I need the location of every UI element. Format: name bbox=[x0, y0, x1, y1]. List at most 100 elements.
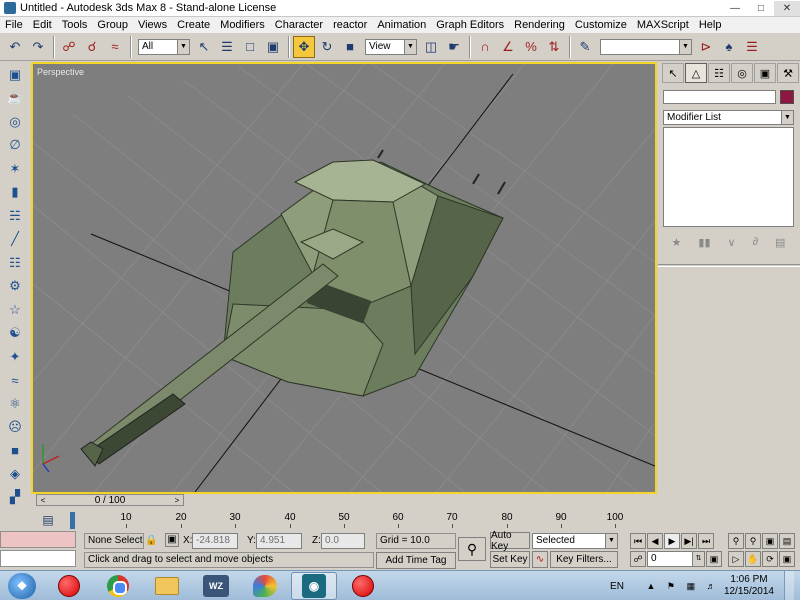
spacewarp-icon[interactable]: ╱ bbox=[4, 229, 26, 249]
edit-named-selection-icon[interactable]: ✎ bbox=[574, 36, 596, 58]
time-configuration-icon[interactable]: ▣ bbox=[706, 551, 722, 567]
menu-file[interactable]: File bbox=[0, 19, 28, 31]
zoom-icon[interactable]: ⚲ bbox=[728, 533, 744, 549]
perspective-viewport[interactable]: Perspective bbox=[31, 62, 657, 494]
selection-filter-dropdown[interactable]: All ▼ bbox=[138, 38, 190, 55]
z-coordinate-field[interactable]: 0.0 bbox=[321, 533, 365, 549]
time-slider-track[interactable]: < 0 / 100 > bbox=[36, 494, 184, 506]
minimize-icon[interactable]: — bbox=[722, 1, 748, 16]
3ds-max-taskbar-icon[interactable]: ◉ bbox=[291, 572, 337, 600]
reference-coordinate-dropdown[interactable]: View ▼ bbox=[365, 38, 417, 55]
configure-modifier-sets-icon[interactable]: ▤ bbox=[775, 236, 785, 249]
snap-toggle-icon[interactable]: ∩ bbox=[474, 36, 496, 58]
layer-manager-icon[interactable]: ☰ bbox=[741, 36, 763, 58]
select-and-rotate-icon[interactable]: ↻ bbox=[316, 36, 338, 58]
zoom-extents-all-icon[interactable]: ▤ bbox=[779, 533, 795, 549]
mirror-icon[interactable]: ⊳ bbox=[695, 36, 717, 58]
display-tab-icon[interactable]: ▣ bbox=[754, 63, 776, 83]
bone-icon[interactable]: ∅ bbox=[4, 135, 26, 155]
previous-frame-icon[interactable]: ◀ bbox=[647, 533, 663, 549]
paint-icon[interactable] bbox=[242, 572, 288, 600]
teapot-icon[interactable]: ☕ bbox=[4, 88, 26, 108]
align-icon[interactable]: ♠ bbox=[718, 36, 740, 58]
utility-icon[interactable]: ▞ bbox=[4, 487, 26, 507]
track-ruler[interactable]: 10 20 30 40 50 60 70 80 90 100 bbox=[70, 512, 632, 529]
go-to-end-icon[interactable]: ⏭ bbox=[698, 533, 714, 549]
menu-animation[interactable]: Animation bbox=[372, 19, 431, 31]
modifier-stack[interactable] bbox=[663, 127, 794, 227]
volume-icon[interactable]: ♬ bbox=[704, 580, 718, 592]
menu-group[interactable]: Group bbox=[92, 19, 133, 31]
current-frame-marker[interactable] bbox=[70, 512, 75, 529]
pivot-center-icon[interactable]: ◫ bbox=[420, 36, 442, 58]
x-coordinate-field[interactable]: -24.818 bbox=[192, 533, 238, 549]
modify-icon[interactable]: ⚙ bbox=[4, 276, 26, 296]
create-tab-icon[interactable]: ↖ bbox=[662, 63, 684, 83]
render-icon[interactable]: ◈ bbox=[4, 464, 26, 484]
camera-icon[interactable]: ▮ bbox=[4, 182, 26, 202]
set-key-mode-icon[interactable]: ⚲ bbox=[458, 537, 486, 561]
key-mode-dropdown[interactable]: Selected ▼ bbox=[532, 533, 618, 549]
box-icon[interactable]: ▣ bbox=[4, 65, 26, 85]
maxscript-input-mini[interactable] bbox=[0, 550, 76, 567]
redo-icon[interactable]: ↷ bbox=[27, 36, 49, 58]
remove-modifier-icon[interactable]: ∂ bbox=[753, 236, 758, 248]
select-object-icon[interactable]: ↖ bbox=[193, 36, 215, 58]
arc-rotate-icon[interactable]: ⟳ bbox=[762, 551, 778, 567]
reactor-icon[interactable]: ⚛ bbox=[4, 394, 26, 414]
systems-icon[interactable]: ☷ bbox=[4, 253, 26, 273]
menu-reactor[interactable]: reactor bbox=[328, 19, 372, 31]
select-manipulate-icon[interactable]: ☛ bbox=[443, 36, 465, 58]
trash-icon[interactable]: ■ bbox=[4, 441, 26, 461]
motion-icon[interactable]: ☯ bbox=[4, 323, 26, 343]
time-slider-prev[interactable]: < bbox=[37, 496, 49, 505]
bind-space-warp-icon[interactable]: ≈ bbox=[104, 36, 126, 58]
play-icon[interactable]: ▶ bbox=[664, 533, 680, 549]
angle-snap-icon[interactable]: ∠ bbox=[497, 36, 519, 58]
record-app-icon-2[interactable] bbox=[340, 572, 386, 600]
hierarchy-icon[interactable]: ☆ bbox=[4, 300, 26, 320]
maximize-viewport-icon[interactable]: ▣ bbox=[779, 551, 795, 567]
maximize-icon[interactable]: □ bbox=[748, 1, 774, 16]
make-unique-icon[interactable]: ∨ bbox=[728, 236, 736, 249]
spinner-snap-icon[interactable]: ⇅ bbox=[543, 36, 565, 58]
key-mode-toggle-icon[interactable]: ☍ bbox=[630, 551, 646, 567]
menu-graph-editors[interactable]: Graph Editors bbox=[431, 19, 509, 31]
hierarchy-tab-icon[interactable]: ☷ bbox=[708, 63, 730, 83]
viewport-label[interactable]: Perspective bbox=[37, 67, 84, 77]
menu-views[interactable]: Views bbox=[133, 19, 172, 31]
wave-icon[interactable]: ≈ bbox=[4, 370, 26, 390]
time-slider-next[interactable]: > bbox=[171, 496, 183, 505]
show-end-result-icon[interactable]: ▮▮ bbox=[698, 236, 710, 249]
flag-icon[interactable]: ⚑ bbox=[664, 580, 678, 592]
select-and-move-icon[interactable]: ✥ bbox=[293, 35, 315, 58]
start-button[interactable]: ❖ bbox=[8, 573, 36, 599]
open-mini-curve-editor-icon[interactable]: ▤ bbox=[33, 512, 63, 528]
pan-icon[interactable]: ✋ bbox=[745, 551, 761, 567]
clock[interactable]: 1:06 PM 12/15/2014 bbox=[724, 574, 774, 598]
add-time-tag-button[interactable]: Add Time Tag bbox=[376, 552, 456, 569]
key-filter-curve-icon[interactable]: ∿ bbox=[532, 551, 548, 568]
menu-rendering[interactable]: Rendering bbox=[509, 19, 570, 31]
tray-chevron-icon[interactable]: ▲ bbox=[644, 580, 658, 592]
maxscript-listener-mini[interactable] bbox=[0, 531, 76, 548]
wz-app-icon[interactable]: WZ bbox=[193, 572, 239, 600]
network-icon[interactable]: ▦ bbox=[684, 580, 698, 592]
menu-modifiers[interactable]: Modifiers bbox=[215, 19, 270, 31]
percent-snap-icon[interactable]: % bbox=[520, 36, 542, 58]
helper-icon[interactable]: ☵ bbox=[4, 206, 26, 226]
rectangular-selection-icon[interactable]: □ bbox=[239, 36, 261, 58]
language-indicator[interactable]: EN bbox=[610, 581, 624, 592]
zoom-all-icon[interactable]: ⚲ bbox=[745, 533, 761, 549]
window-crossing-icon[interactable]: ▣ bbox=[262, 36, 284, 58]
motion-tab-icon[interactable]: ◎ bbox=[731, 63, 753, 83]
menu-edit[interactable]: Edit bbox=[28, 19, 57, 31]
object-name-field[interactable] bbox=[663, 90, 776, 104]
display-icon[interactable]: ✦ bbox=[4, 347, 26, 367]
chrome-icon[interactable] bbox=[95, 572, 141, 600]
utilities-tab-icon[interactable]: ⚒ bbox=[777, 63, 799, 83]
go-to-start-icon[interactable]: ⏮ bbox=[630, 533, 646, 549]
named-selection-dropdown[interactable]: ▼ bbox=[600, 38, 692, 55]
select-and-link-icon[interactable]: ☍ bbox=[58, 36, 80, 58]
field-of-view-icon[interactable]: ▷ bbox=[728, 551, 744, 567]
